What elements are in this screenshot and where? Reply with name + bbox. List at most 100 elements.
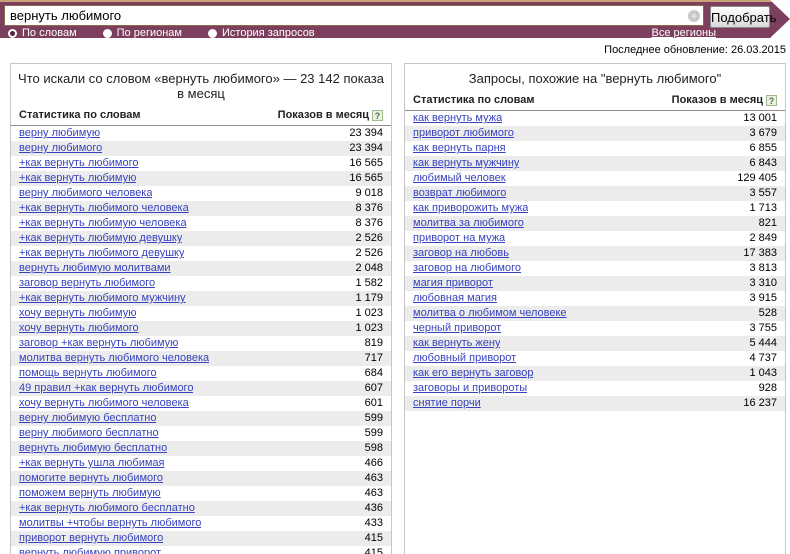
keyword-link[interactable]: любимый человек: [413, 171, 506, 186]
all-regions-link[interactable]: Все регионы: [651, 27, 716, 39]
keyword-link[interactable]: приворот на мужа: [413, 231, 505, 246]
search-input[interactable]: [4, 5, 704, 26]
radio-icon: [208, 29, 217, 38]
keyword-link[interactable]: +как вернуть любимого девушку: [19, 246, 184, 261]
impressions-value: 3 679: [749, 126, 777, 141]
impressions-value: 415: [365, 546, 383, 554]
keyword-link[interactable]: вернуть любимую бесплатно: [19, 441, 167, 456]
column-headers: Статистика по словам Показов в месяц ?: [405, 92, 785, 111]
table-row: вернуть любимую молитвами2 048: [11, 261, 391, 276]
keyword-link[interactable]: помощь вернуть любимого: [19, 366, 157, 381]
keyword-link[interactable]: заговор вернуть любимого: [19, 276, 155, 291]
keyword-link[interactable]: верну любимого бесплатно: [19, 426, 159, 441]
keyword-link[interactable]: как вернуть жену: [413, 336, 500, 351]
keyword-link[interactable]: заговор на любовь: [413, 246, 509, 261]
keyword-link[interactable]: снятие порчи: [413, 396, 481, 411]
keyword-link[interactable]: поможем вернуть любимую: [19, 486, 161, 501]
impressions-value: 1 023: [355, 321, 383, 336]
table-row: возврат любимого 3 557: [405, 186, 785, 201]
table-row: +как вернуть любимую человека8 376: [11, 216, 391, 231]
table-row: заговор на любовь 17 383: [405, 246, 785, 261]
impressions-value: 1 023: [355, 306, 383, 321]
table-row: как вернуть мужа13 001: [405, 111, 785, 126]
impressions-value: 3 557: [749, 186, 777, 201]
keyword-link[interactable]: 49 правил +как вернуть любимого: [19, 381, 193, 396]
keyword-link[interactable]: молитва за любимого: [413, 216, 524, 231]
tab-by-words[interactable]: По словам: [8, 27, 77, 39]
table-row: приворот на мужа2 849: [405, 231, 785, 246]
keyword-link[interactable]: заговор на любимого: [413, 261, 521, 276]
keyword-link[interactable]: вернуть любимую молитвами: [19, 261, 171, 276]
keyword-link[interactable]: верну любимую бесплатно: [19, 411, 156, 426]
keyword-link[interactable]: +как вернуть ушла любимая: [19, 456, 165, 471]
keyword-link[interactable]: магия приворот: [413, 276, 493, 291]
impressions-value: 466: [365, 456, 383, 471]
help-icon[interactable]: ?: [372, 110, 383, 121]
impressions-value: 3 755: [749, 321, 777, 336]
keyword-link[interactable]: верну любимую: [19, 126, 100, 141]
table-row: +как вернуть любимого мужчину1 179: [11, 291, 391, 306]
table-row: вернуть любимую приворот 415: [11, 546, 391, 554]
table-row: верну любимого человека9 018: [11, 186, 391, 201]
keyword-link[interactable]: любовный приворот: [413, 351, 516, 366]
impressions-value: 6 843: [749, 156, 777, 171]
keyword-link[interactable]: хочу вернуть любимого: [19, 321, 139, 336]
impressions-value: 599: [365, 426, 383, 441]
table-row: верну любимого бесплатно 599: [11, 426, 391, 441]
tab-label: По регионам: [117, 27, 182, 39]
keyword-link[interactable]: +как вернуть любимую: [19, 171, 136, 186]
radio-selected-icon: [8, 29, 17, 38]
impressions-value: 599: [365, 411, 383, 426]
keyword-link[interactable]: +как вернуть любимого: [19, 156, 139, 171]
help-icon[interactable]: ?: [766, 95, 777, 106]
impressions-value: 129 405: [737, 171, 777, 186]
table-row: помощь вернуть любимого684: [11, 366, 391, 381]
keyword-link[interactable]: как вернуть мужчину: [413, 156, 519, 171]
tab-query-history[interactable]: История запросов: [208, 27, 315, 39]
table-row: хочу вернуть любимого человека601: [11, 396, 391, 411]
keyword-link[interactable]: любовная магия: [413, 291, 497, 306]
keyword-link[interactable]: как его вернуть заговор: [413, 366, 533, 381]
keyword-link[interactable]: приворот любимого: [413, 126, 514, 141]
keyword-link[interactable]: молитвы +чтобы вернуть любимого: [19, 516, 201, 531]
keyword-link[interactable]: заговоры и привороты: [413, 381, 527, 396]
table-row: приворот любимого 3 679: [405, 126, 785, 141]
table-row: +как вернуть любимого девушку2 526: [11, 246, 391, 261]
keyword-link[interactable]: вернуть любимую приворот: [19, 546, 161, 554]
keyword-link[interactable]: помогите вернуть любимого: [19, 471, 163, 486]
keyword-link[interactable]: заговор +как вернуть любимую: [19, 336, 178, 351]
impressions-value: 16 565: [349, 156, 383, 171]
keyword-link[interactable]: +как вернуть любимого мужчину: [19, 291, 186, 306]
submit-button[interactable]: Подобрать: [710, 6, 770, 28]
col-impressions-header: Показов в месяц: [278, 109, 369, 121]
keyword-link[interactable]: +как вернуть любимого бесплатно: [19, 501, 195, 516]
keyword-link[interactable]: как вернуть парня: [413, 141, 506, 156]
impressions-value: 8 376: [355, 201, 383, 216]
keyword-link[interactable]: +как вернуть любимого человека: [19, 201, 189, 216]
impressions-value: 17 383: [743, 246, 777, 261]
keyword-link[interactable]: +как вернуть любимую девушку: [19, 231, 182, 246]
keyword-link[interactable]: как приворожить мужа: [413, 201, 528, 216]
impressions-value: 1 582: [355, 276, 383, 291]
table-row: снятие порчи16 237: [405, 396, 785, 411]
table-row: заговор +как вернуть любимую819: [11, 336, 391, 351]
keyword-link[interactable]: возврат любимого: [413, 186, 506, 201]
keyword-link[interactable]: хочу вернуть любимую: [19, 306, 136, 321]
tab-by-regions[interactable]: По регионам: [103, 27, 182, 39]
keyword-link[interactable]: верну любимого человека: [19, 186, 152, 201]
keyword-link[interactable]: +как вернуть любимую человека: [19, 216, 187, 231]
col-phrase-header: Статистика по словам: [413, 94, 535, 106]
impressions-value: 3 813: [749, 261, 777, 276]
keyword-link[interactable]: хочу вернуть любимого человека: [19, 396, 189, 411]
keyword-link[interactable]: как вернуть мужа: [413, 111, 502, 126]
tab-label: История запросов: [222, 27, 315, 39]
table-row: любимый человек 129 405: [405, 171, 785, 186]
keyword-link[interactable]: приворот вернуть любимого: [19, 531, 163, 546]
keyword-link[interactable]: молитва о любимом человеке: [413, 306, 567, 321]
keyword-link[interactable]: молитва вернуть любимого человека: [19, 351, 209, 366]
keyword-link[interactable]: черный приворот: [413, 321, 501, 336]
clear-search-icon[interactable]: ×: [688, 10, 700, 22]
keyword-link[interactable]: верну любимого: [19, 141, 102, 156]
table-row: хочу вернуть любимого 1 023: [11, 321, 391, 336]
impressions-value: 528: [759, 306, 777, 321]
